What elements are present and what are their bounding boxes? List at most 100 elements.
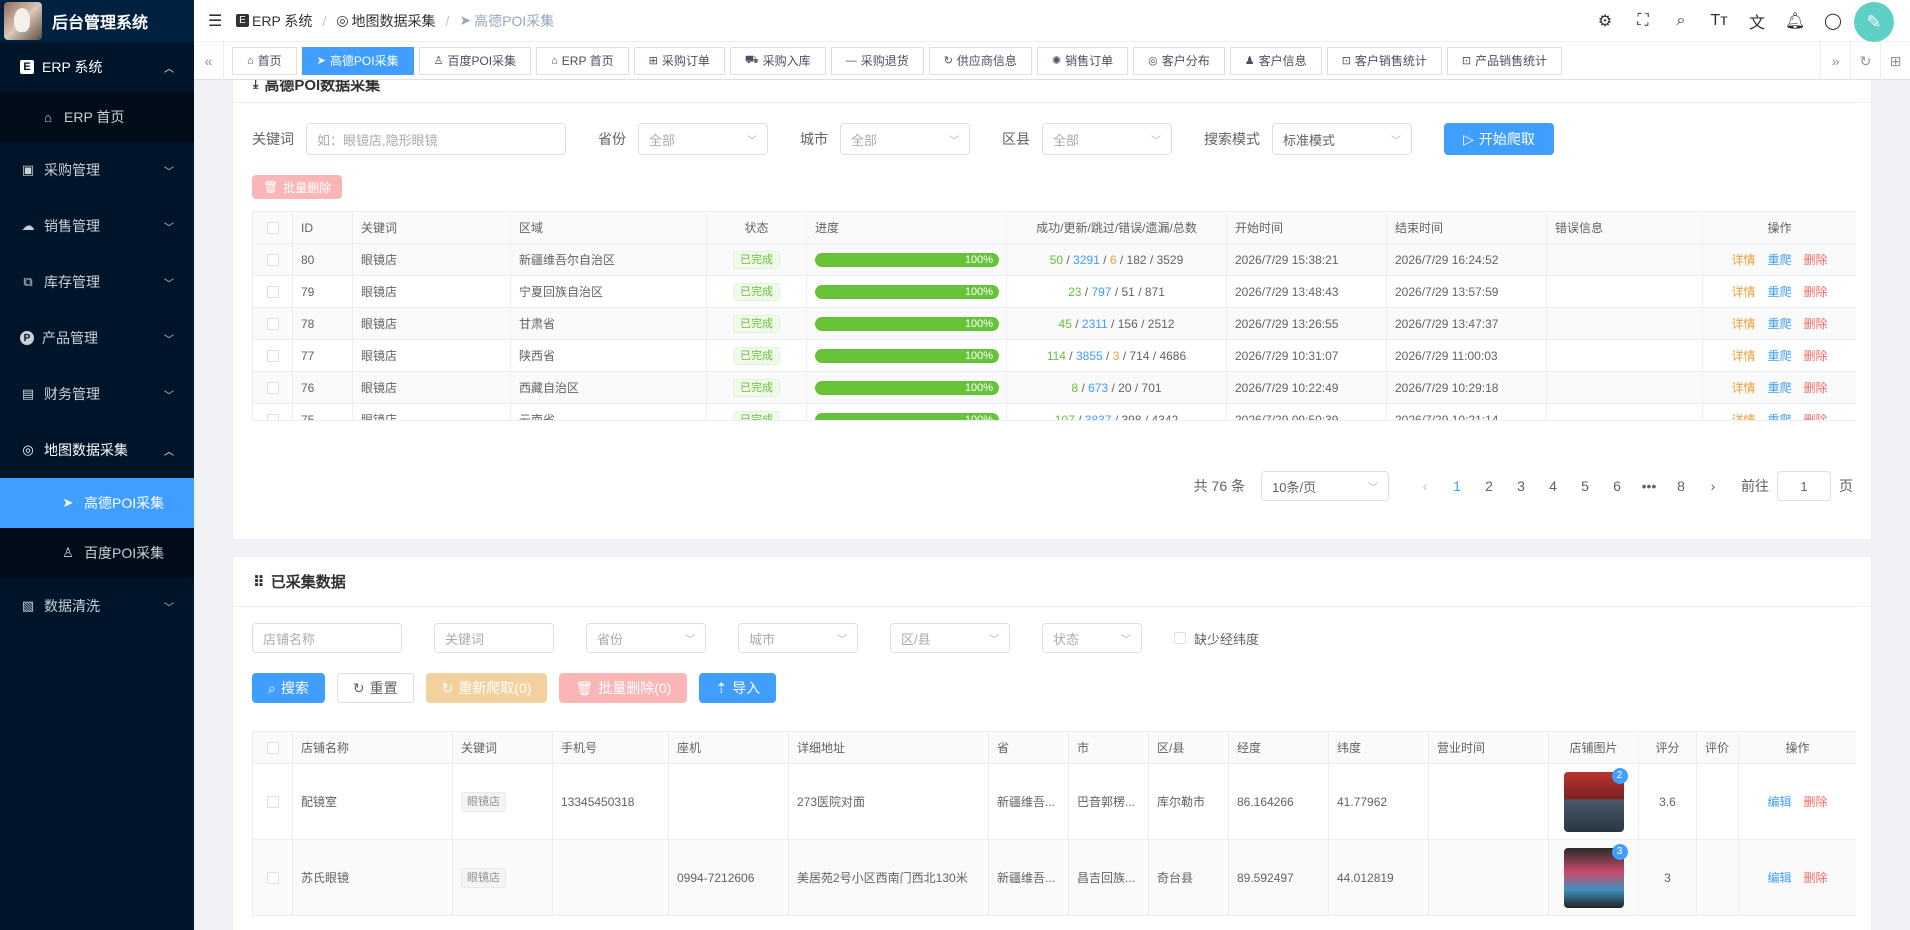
breadcrumb-item-map[interactable]: ◎ 地图数据采集 <box>336 11 435 31</box>
recrawl-link[interactable]: 重爬 <box>1767 413 1791 420</box>
shop-image-thumb[interactable]: 3 <box>1563 843 1628 908</box>
tab-home[interactable]: ⌂ 首页 <box>232 46 297 75</box>
recrawl-link[interactable]: 重爬 <box>1767 381 1791 395</box>
font-size-icon[interactable]: Tт <box>1700 12 1738 30</box>
next-page-icon[interactable]: › <box>1697 478 1729 494</box>
edit-link[interactable]: 编辑 <box>1767 795 1791 809</box>
page-number[interactable]: 5 <box>1569 478 1601 494</box>
hamburger-icon[interactable]: ☰ <box>208 11 224 31</box>
detail-link[interactable]: 详情 <box>1731 381 1755 395</box>
tab-product-sales[interactable]: ⊡ 产品销售统计 <box>1446 46 1563 75</box>
page-number[interactable]: 6 <box>1601 478 1633 494</box>
search-icon[interactable]: ⌕ <box>1662 12 1700 30</box>
recrawl-link[interactable]: 重爬 <box>1767 317 1791 331</box>
delete-link[interactable]: 删除 <box>1804 317 1828 331</box>
checkbox[interactable] <box>266 350 279 363</box>
sidebar-item-erp-home[interactable]: ⌂ ERP 首页 <box>0 92 194 142</box>
delete-link[interactable]: 删除 <box>1804 795 1828 809</box>
delete-link[interactable]: 删除 <box>1804 349 1828 363</box>
delete-link[interactable]: 删除 <box>1804 413 1828 420</box>
row-select-cell[interactable] <box>252 339 293 372</box>
checkbox[interactable] <box>266 286 279 299</box>
row-select-cell[interactable] <box>252 403 293 420</box>
data-select-all-cell[interactable] <box>252 731 293 764</box>
sidebar-item-erp[interactable]: E ERP 系统 ︿ <box>0 42 194 92</box>
missing-coords-checkbox[interactable] <box>1174 632 1186 644</box>
breadcrumb-item-erp[interactable]: E ERP 系统 <box>236 11 312 31</box>
tab-purchase-return[interactable]: — 采购退货 <box>830 46 924 75</box>
checkbox[interactable] <box>266 382 279 395</box>
sidebar-item-finance[interactable]: ▤ 财务管理 ﹀ <box>0 366 194 422</box>
recrawl-link[interactable]: 重爬 <box>1767 285 1791 299</box>
tab-amap-poi[interactable]: ➤ 高德POI采集 <box>301 46 414 75</box>
page-number[interactable]: 1 <box>1441 478 1473 494</box>
sidebar-item-baidu-poi[interactable]: ♙ 百度POI采集 <box>0 528 194 578</box>
fullscreen-icon[interactable]: ⛶ <box>1624 12 1662 30</box>
tab-customer-info[interactable]: ♟ 客户信息 <box>1229 46 1322 75</box>
select-all-cell[interactable] <box>252 211 293 244</box>
row-select-cell[interactable] <box>252 307 293 340</box>
row-select-cell[interactable] <box>252 371 293 404</box>
edit-link[interactable]: 编辑 <box>1767 871 1791 885</box>
start-crawl-button[interactable]: ▷ 开始爬取 <box>1444 123 1554 155</box>
data-city-select[interactable]: 城市 ﹀ <box>738 623 858 653</box>
sidebar-item-sales[interactable]: ☁ 销售管理 ﹀ <box>0 198 194 254</box>
detail-link[interactable]: 详情 <box>1731 253 1755 267</box>
data-batch-delete-button[interactable]: 🗑︎ 批量删除(0) <box>559 673 688 703</box>
tabs-scroll-left-icon[interactable]: « <box>194 41 224 80</box>
page-number[interactable]: 4 <box>1537 478 1569 494</box>
keyword-input[interactable]: 如：眼镜店,隐形眼镜 <box>306 123 566 155</box>
import-button[interactable]: ⇡ 导入 <box>699 673 777 703</box>
row-select-cell[interactable] <box>252 243 293 276</box>
data-keyword-input[interactable]: 关键词 <box>434 623 554 653</box>
tab-sales-order[interactable]: ✺ 销售订单 <box>1036 46 1129 75</box>
tab-purchase-order[interactable]: ⊞ 采购订单 <box>633 46 725 75</box>
delete-link[interactable]: 删除 <box>1804 253 1828 267</box>
translate-icon[interactable]: 文 <box>1738 9 1776 33</box>
mode-select[interactable]: 标准模式 ﹀ <box>1272 123 1412 155</box>
recrawl-link[interactable]: 重爬 <box>1767 253 1791 267</box>
data-district-select[interactable]: 区/县 ﹀ <box>890 623 1010 653</box>
tab-erp-home[interactable]: ⌂ ERP 首页 <box>536 46 629 75</box>
page-number[interactable]: 2 <box>1473 478 1505 494</box>
sidebar-item-map[interactable]: ◎ 地图数据采集 ︿ <box>0 422 194 478</box>
detail-link[interactable]: 详情 <box>1731 349 1755 363</box>
shop-image-thumb[interactable]: 2 <box>1563 767 1628 832</box>
page-number[interactable]: 8 <box>1665 478 1697 494</box>
bell-icon[interactable]: 🔔︎ <box>1776 11 1814 31</box>
recrawl-link[interactable]: 重爬 <box>1767 349 1791 363</box>
search-button[interactable]: ⌕ 搜索 <box>252 673 325 703</box>
delete-link[interactable]: 删除 <box>1804 871 1828 885</box>
data-province-select[interactable]: 省份 ﹀ <box>586 623 706 653</box>
recrawl-button[interactable]: ↻ 重新爬取(0) <box>425 673 548 703</box>
row-select-cell[interactable] <box>252 275 293 308</box>
checkbox[interactable] <box>266 872 279 885</box>
more-pages-icon[interactable]: ••• <box>1633 478 1665 494</box>
province-select[interactable]: 全部 ﹀ <box>638 123 768 155</box>
gear-icon[interactable]: ⚙ <box>1586 11 1624 31</box>
tab-customer-dist[interactable]: ◎ 客户分布 <box>1133 46 1225 75</box>
prev-page-icon[interactable]: ‹ <box>1409 478 1441 494</box>
sidebar-item-product[interactable]: P 产品管理 ﹀ <box>0 310 194 366</box>
tab-baidu-poi[interactable]: ♙ 百度POI采集 <box>418 46 532 75</box>
page-size-select[interactable]: 10条/页 ﹀ <box>1261 471 1389 501</box>
tab-purchase-in[interactable]: ⛟ 采购入库 <box>729 46 826 75</box>
detail-link[interactable]: 详情 <box>1731 317 1755 331</box>
goto-input[interactable]: 1 <box>1777 471 1831 501</box>
checkbox[interactable] <box>266 414 279 420</box>
refresh-icon[interactable]: ↻ <box>1850 42 1880 80</box>
sidebar-item-clean[interactable]: ▧ 数据清洗 ﹀ <box>0 578 194 634</box>
page-number[interactable]: 3 <box>1505 478 1537 494</box>
detail-link[interactable]: 详情 <box>1731 285 1755 299</box>
reset-button[interactable]: ↻ 重置 <box>336 673 414 703</box>
tab-customer-sales[interactable]: ⊡ 客户销售统计 <box>1326 46 1442 75</box>
detail-link[interactable]: 详情 <box>1731 413 1755 420</box>
checkbox[interactable] <box>266 254 279 267</box>
row-select-cell[interactable] <box>252 763 293 840</box>
checkbox[interactable] <box>266 222 279 235</box>
sidebar-item-amap-poi[interactable]: ➤ 高德POI采集 <box>0 478 194 528</box>
batch-delete-button[interactable]: 🗑︎ 批量删除 <box>252 175 343 199</box>
user-avatar[interactable]: ✎ <box>1854 2 1894 42</box>
checkbox[interactable] <box>266 796 279 809</box>
checkbox[interactable] <box>266 318 279 331</box>
